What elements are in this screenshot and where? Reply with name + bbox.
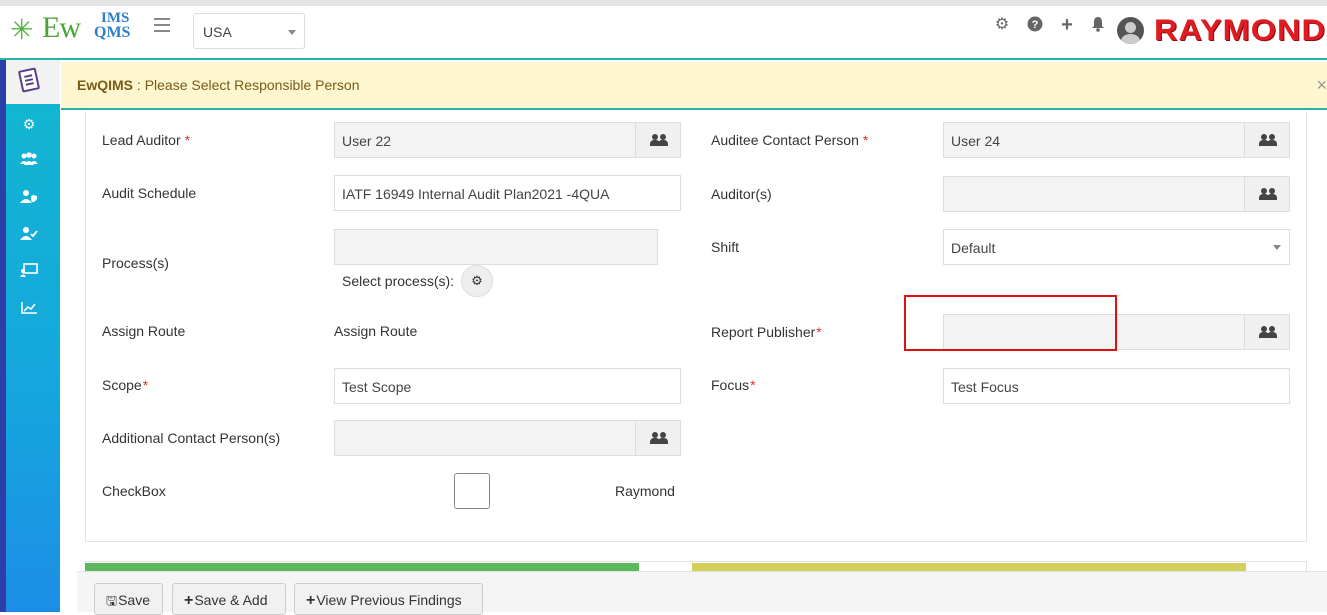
lead-auditor-picker-button[interactable] — [635, 123, 680, 157]
additional-contact-label: Additional Contact Person(s) — [102, 430, 281, 446]
plus-icon: + — [184, 592, 194, 609]
users-icon — [1258, 188, 1278, 200]
alert-app-name: EwQIMS — [77, 77, 134, 93]
user-shield-icon[interactable] — [18, 189, 40, 207]
required-marker: * — [816, 324, 822, 340]
ewims-logo[interactable]: ✳ Ew IMS QMS — [10, 8, 135, 54]
top-header: ✳ Ew IMS QMS USA ⚙ ? + RAYMOND — [0, 0, 1327, 60]
chart-line-icon[interactable] — [18, 300, 40, 318]
chevron-down-icon — [1273, 245, 1281, 250]
menu-toggle-icon[interactable] — [154, 18, 170, 32]
save-button-label: Save — [118, 592, 150, 608]
required-marker: * — [862, 132, 869, 148]
alert-separator: : — [133, 77, 145, 93]
lead-auditor-label: Lead Auditor * — [102, 132, 191, 148]
report-publisher-picker-button[interactable] — [1244, 315, 1289, 349]
users-icon — [1258, 134, 1278, 146]
alert-banner: EwQIMS : Please Select Responsible Perso… — [61, 62, 1327, 110]
users-icon — [649, 432, 669, 444]
auditee-contact-field[interactable]: User 24 — [943, 122, 1290, 158]
view-previous-findings-label: View Previous Findings — [316, 592, 462, 608]
plus-icon[interactable]: + — [1058, 15, 1076, 35]
select-processes-button[interactable]: ⚙ — [461, 265, 493, 297]
user-check-icon[interactable] — [18, 226, 40, 244]
shift-select[interactable]: Default — [943, 229, 1290, 265]
country-select[interactable]: USA — [193, 13, 305, 49]
auditee-contact-label: Auditee Contact Person * — [711, 132, 869, 148]
logo-flower-icon: ✳ — [10, 14, 34, 45]
assign-route-label: Assign Route — [102, 323, 186, 339]
raymond-checkbox[interactable] — [454, 473, 490, 509]
close-icon[interactable]: × — [1316, 75, 1327, 96]
scope-label: Scope* — [102, 377, 149, 393]
document-icon — [17, 67, 41, 93]
required-marker: * — [142, 377, 149, 393]
save-button[interactable]: 🖫Save — [94, 583, 163, 615]
chevron-down-icon — [288, 30, 296, 35]
required-marker: * — [184, 132, 191, 148]
scope-value: Test Scope — [342, 379, 412, 395]
lead-auditor-value: User 22 — [342, 133, 392, 149]
required-marker: * — [750, 377, 756, 393]
user-avatar[interactable] — [1117, 17, 1144, 44]
brand-logo: RAYMOND — [1154, 14, 1326, 47]
auditee-contact-picker-button[interactable] — [1244, 123, 1289, 157]
processes-field[interactable] — [334, 229, 658, 265]
scope-field[interactable]: Test Scope — [334, 368, 681, 404]
floppy-icon: 🖫 — [106, 593, 118, 608]
save-add-button-label: Save & Add — [194, 592, 268, 608]
help-icon[interactable]: ? — [1026, 16, 1044, 34]
checkbox-label: CheckBox — [102, 483, 166, 499]
gear-icon[interactable]: ⚙ — [993, 16, 1011, 34]
logo-ew: Ew — [42, 11, 81, 44]
save-add-button[interactable]: +Save & Add — [172, 583, 286, 615]
cogs-icon: ⚙ — [471, 273, 483, 288]
country-select-value: USA — [203, 24, 232, 40]
shift-label: Shift — [711, 239, 740, 255]
focus-field[interactable]: Test Focus — [943, 368, 1290, 404]
lead-auditor-field[interactable]: User 22 — [334, 122, 681, 158]
additional-contact-field[interactable] — [334, 420, 681, 456]
processes-label: Process(s) — [102, 255, 169, 271]
left-sidebar: ⚙ — [0, 60, 60, 612]
logo-qms: QMS — [94, 24, 131, 41]
report-publisher-label: Report Publisher* — [711, 324, 822, 340]
assign-route-link[interactable]: Assign Route — [334, 323, 417, 339]
audit-schedule-field[interactable]: IATF 16949 Internal Audit Plan2021 -4QUA — [334, 175, 681, 211]
svg-text:?: ? — [1032, 19, 1039, 31]
users-icon — [1258, 326, 1278, 338]
bell-icon[interactable] — [1089, 16, 1107, 34]
additional-contact-picker-button[interactable] — [635, 421, 680, 455]
alert-message: Please Select Responsible Person — [144, 77, 360, 93]
view-previous-findings-button[interactable]: +View Previous Findings — [294, 583, 483, 615]
sidebar-active-item[interactable] — [6, 60, 60, 104]
auditee-contact-value: User 24 — [951, 133, 1001, 149]
settings-icon[interactable]: ⚙ — [18, 115, 40, 133]
audit-schedule-value: IATF 16949 Internal Audit Plan2021 -4QUA — [342, 186, 610, 202]
select-processes-label: Select process(s): — [342, 273, 455, 289]
progress-bar-yellow — [692, 563, 1246, 571]
checkbox-option-label: Raymond — [615, 483, 675, 499]
plus-icon: + — [306, 592, 316, 609]
progress-bar-green — [85, 563, 639, 571]
shift-value: Default — [951, 240, 996, 256]
auditors-picker-button[interactable] — [1244, 177, 1289, 211]
users-icon — [649, 134, 669, 146]
focus-value: Test Focus — [951, 379, 1019, 395]
auditors-field[interactable] — [943, 176, 1290, 212]
auditors-label: Auditor(s) — [711, 186, 772, 202]
highlight-box — [904, 295, 1117, 351]
audit-schedule-label: Audit Schedule — [102, 185, 197, 201]
users-group-icon[interactable] — [18, 152, 40, 170]
focus-label: Focus* — [711, 377, 756, 393]
presentation-icon[interactable] — [18, 263, 40, 281]
